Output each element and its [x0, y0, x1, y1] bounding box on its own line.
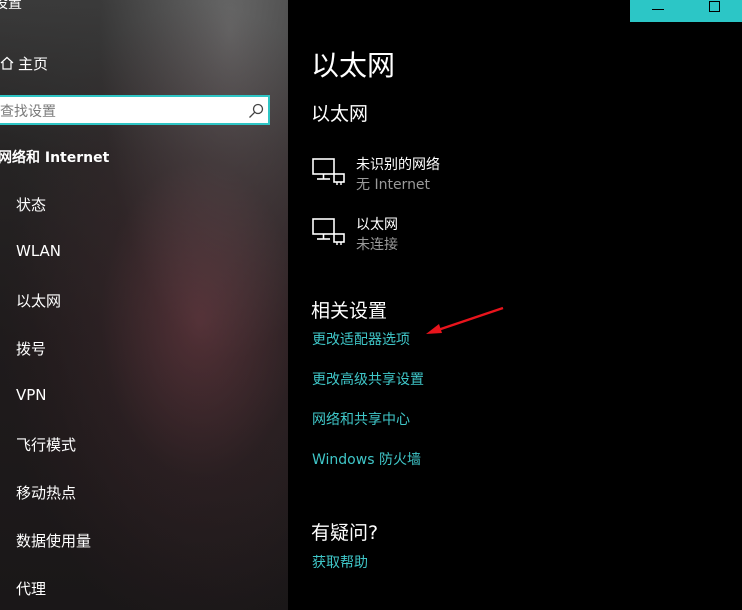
related-settings-title: 相关设置 [311, 300, 388, 322]
change-adapter-options-link[interactable]: 更改适配器选项 [312, 329, 410, 349]
questions-title: 有疑问? [311, 522, 379, 544]
maximize-button[interactable] [686, 0, 742, 22]
network-status: 无 Internet [356, 177, 431, 193]
search-box[interactable]: 查找设置 [0, 95, 270, 125]
ethernet-icon [312, 218, 345, 245]
sidebar-item-ethernet[interactable]: 以太网 [16, 290, 61, 311]
search-input[interactable]: 查找设置 [0, 101, 56, 121]
change-advanced-sharing-link[interactable]: 更改高级共享设置 [312, 369, 424, 389]
ethernet-icon [312, 158, 345, 185]
network-name: 以太网 [356, 217, 398, 233]
sidebar-item-vpn[interactable]: VPN [16, 386, 47, 404]
settings-title: 设置 [0, 0, 22, 12]
network-name: 未识别的网络 [356, 157, 440, 173]
maximize-icon [709, 1, 720, 12]
sidebar-item-airplane-mode[interactable]: 飞行模式 [16, 434, 76, 455]
get-help-link[interactable]: 获取帮助 [312, 552, 368, 572]
section-title: 以太网 [311, 103, 369, 125]
sidebar-item-dialup[interactable]: 拨号 [16, 338, 46, 359]
main-content: 以太网 以太网 未识别的网络 无 Internet 以太网 未连接 相关设置 更… [288, 0, 742, 610]
sidebar-item-status[interactable]: 状态 [16, 194, 46, 215]
search-icon[interactable] [248, 103, 264, 119]
sidebar-item-mobile-hotspot[interactable]: 移动热点 [16, 482, 76, 503]
sidebar: 设置 主页 查找设置 网络和 Internet 状态 WLAN 以太网 拨号 V… [0, 0, 288, 610]
category-heading: 网络和 Internet [0, 150, 110, 166]
home-icon [0, 56, 14, 70]
minimize-button[interactable] [630, 0, 686, 22]
windows-firewall-link[interactable]: Windows 防火墙 [312, 449, 421, 469]
sidebar-item-data-usage[interactable]: 数据使用量 [16, 530, 91, 551]
network-status: 未连接 [356, 237, 398, 253]
sidebar-item-wlan[interactable]: WLAN [16, 242, 61, 260]
home-nav-item[interactable]: 主页 [0, 50, 48, 76]
sidebar-item-proxy[interactable]: 代理 [16, 578, 46, 599]
annotation-arrow-icon [426, 306, 504, 334]
minimize-icon [652, 9, 664, 10]
home-label: 主页 [18, 54, 49, 73]
page-title: 以太网 [311, 49, 396, 82]
window-controls [630, 0, 742, 22]
network-sharing-center-link[interactable]: 网络和共享中心 [312, 409, 410, 429]
